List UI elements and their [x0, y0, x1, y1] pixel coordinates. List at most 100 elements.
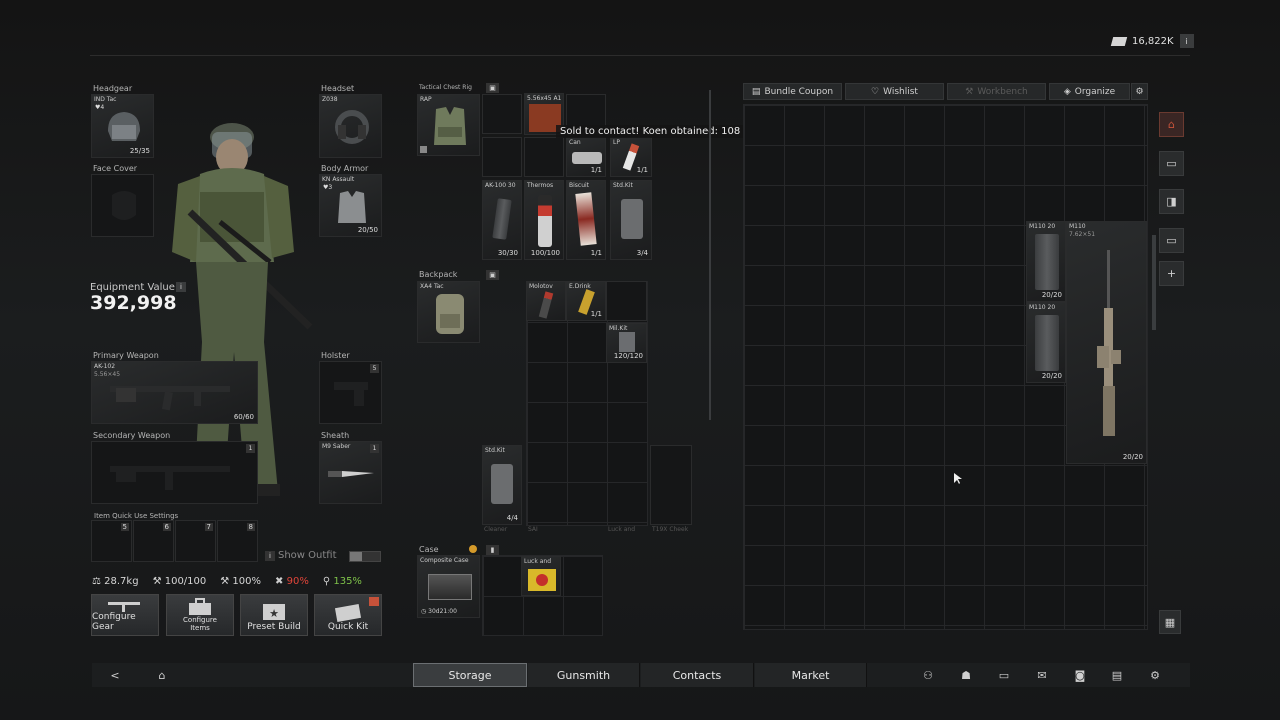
quick-kit-button[interactable]: Quick Kit — [314, 594, 382, 636]
show-outfit-label: Show Outfit — [278, 550, 337, 561]
weight-icon: ⚖ — [92, 576, 101, 587]
mail-button[interactable]: ✉ — [1024, 663, 1060, 687]
backpack-cell[interactable] — [606, 281, 647, 321]
storage-tab-3[interactable]: ◨ — [1159, 189, 1184, 214]
mil-kit-item[interactable]: Mil.Kit 120/120 — [606, 323, 647, 363]
tab-market[interactable]: Market — [755, 663, 867, 687]
chevron-left-icon: < — [110, 668, 120, 682]
rifle-small-icon — [108, 602, 140, 612]
primary-weapon-label: Primary Weapon — [93, 351, 159, 360]
helmet-icon — [108, 112, 140, 141]
storage-tab-4[interactable]: ▭ — [1159, 228, 1184, 253]
stat-4-icon: ⚲ — [322, 576, 331, 587]
lp-count: 1/1 — [636, 166, 648, 174]
tab-contacts[interactable]: Contacts — [641, 663, 754, 687]
rig-lock-icon[interactable]: ▣ — [486, 83, 499, 93]
backpack-cell[interactable] — [650, 445, 692, 525]
rig-slot[interactable]: RAP — [417, 94, 480, 156]
case-slot[interactable]: Composite Case ◷ 30d21:00 — [417, 555, 480, 618]
configure-gear-button[interactable]: Configure Gear — [91, 594, 159, 636]
ak-mag-item[interactable]: AK-100 30 30/30 — [482, 180, 522, 260]
home-button[interactable]: ⌂ — [144, 663, 180, 687]
thermos-item[interactable]: Thermos 100/100 — [524, 180, 564, 260]
sheath-key: 1 — [370, 444, 379, 453]
rig-cell[interactable] — [482, 137, 522, 177]
organize-button[interactable]: ◈ Organize — [1049, 83, 1130, 100]
std-kit-item[interactable]: Std.Kit 3/4 — [610, 180, 652, 260]
magazine-icon — [492, 198, 512, 240]
face-cover-label: Face Cover — [93, 164, 138, 173]
secondary-weapon-slot[interactable]: 1 — [91, 441, 258, 504]
notes-button[interactable]: ▤ — [1099, 663, 1135, 687]
inventory-scrollbar[interactable] — [709, 90, 711, 420]
storage-home-tab[interactable]: ⌂ — [1159, 112, 1184, 137]
cut-label-cleaner: Cleaner — [484, 526, 508, 533]
quick-use-slot-1[interactable]: 5 — [91, 520, 132, 562]
squad-button[interactable]: ⚇ — [910, 663, 946, 687]
m110-mag-2-item[interactable]: M110 20 20/20 — [1026, 302, 1066, 383]
std-kit-count: 3/4 — [636, 249, 648, 257]
biscuit-item[interactable]: Biscuit 1/1 — [566, 180, 606, 260]
preset-build-button[interactable]: ★ Preset Build — [240, 594, 308, 636]
show-outfit-toggle-row: i Show Outfit — [265, 550, 337, 561]
rig-cell[interactable] — [524, 137, 564, 177]
m110-rifle-item[interactable]: M110 7.62×51 20/20 — [1066, 221, 1147, 464]
rig-cell[interactable] — [482, 94, 522, 134]
primary-weapon-slot[interactable]: AK-102 5.56×45 60/60 — [91, 361, 258, 424]
bundle-coupon-button[interactable]: ▤ Bundle Coupon — [743, 83, 842, 100]
equipment-value-info-button[interactable]: i — [176, 282, 186, 292]
backpack-label: Backpack — [419, 270, 458, 279]
chat-button[interactable]: ▭ — [986, 663, 1022, 687]
storage-scrollbar[interactable] — [1152, 235, 1156, 330]
marksman-rifle-icon — [1097, 250, 1121, 436]
storage-settings-button[interactable]: ⚙ — [1131, 83, 1148, 100]
m110-mag-1-item[interactable]: M110 20 20/20 — [1026, 221, 1066, 302]
toolbox-icon — [189, 598, 211, 615]
show-outfit-toggle[interactable] — [349, 551, 381, 562]
mail-icon: ✉ — [1037, 668, 1047, 682]
molotov-name: Molotov — [529, 283, 553, 290]
case-name: Composite Case — [420, 557, 469, 564]
can-item[interactable]: Can 1/1 — [566, 137, 606, 177]
quick-use-slot-3[interactable]: 7 — [175, 520, 216, 562]
lp-item[interactable]: LP 1/1 — [610, 137, 652, 177]
case-pin-icon[interactable]: ▮ — [486, 545, 499, 555]
workbench-button[interactable]: ⚒ Workbench — [947, 83, 1046, 100]
biscuit-count: 1/1 — [590, 249, 602, 257]
face-cover-slot[interactable] — [91, 174, 154, 237]
person-icon: ☗ — [961, 668, 971, 682]
tag-icon: ◨ — [1166, 195, 1177, 208]
quick-use-slot-4[interactable]: 8 — [217, 520, 258, 562]
shop-button[interactable]: ◙ — [1062, 663, 1098, 687]
rifle-icon — [110, 386, 230, 411]
std-kit-2-item[interactable]: Std.Kit 4/4 — [482, 445, 522, 525]
storage-trash-button[interactable]: ▦ — [1159, 610, 1181, 634]
weight-stat: ⚖ 28.7kg — [92, 576, 139, 587]
mouse-cursor-icon — [954, 473, 962, 484]
can-count: 1/1 — [590, 166, 602, 174]
holster-slot[interactable]: 5 — [319, 361, 382, 424]
wishlist-button[interactable]: ♡ Wishlist — [845, 83, 944, 100]
back-button[interactable]: < — [97, 663, 133, 687]
settings-button[interactable]: ⚙ — [1137, 663, 1173, 687]
luck-item-name: Luck and — [524, 558, 552, 565]
chat-icon: ▭ — [998, 668, 1010, 682]
friends-button[interactable]: ☗ — [948, 663, 984, 687]
backpack-lock-icon[interactable]: ▣ — [486, 270, 499, 280]
backpack-slot[interactable]: XA4 Tac — [417, 281, 480, 343]
configure-gear-label: Configure Gear — [92, 612, 136, 632]
luck-item[interactable]: Luck and — [521, 556, 561, 596]
bundle-coupon-label: Bundle Coupon — [764, 86, 834, 97]
edrink-item[interactable]: E.Drink 1/1 — [566, 281, 606, 321]
tab-gunsmith[interactable]: Gunsmith — [528, 663, 640, 687]
headgear-slot[interactable]: IND Tac ♥4 25/35 — [91, 94, 154, 158]
currency-info-button[interactable]: i — [1179, 34, 1194, 48]
body-armor-durability: 20/50 — [357, 226, 378, 234]
configure-items-button[interactable]: Configure Items — [166, 594, 234, 636]
storage-tab-2[interactable]: ▭ — [1159, 151, 1184, 176]
add-storage-button[interactable]: + — [1159, 261, 1184, 286]
quick-use-slot-2[interactable]: 6 — [133, 520, 174, 562]
sheath-slot[interactable]: M9 Saber 1 — [319, 441, 382, 504]
tab-storage[interactable]: Storage — [413, 663, 527, 687]
molotov-item[interactable]: Molotov — [526, 281, 566, 321]
